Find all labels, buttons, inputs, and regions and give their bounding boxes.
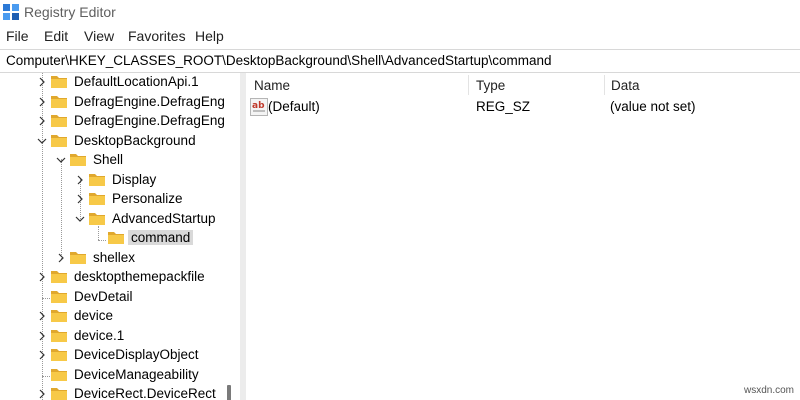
tree-item-label: shellex	[93, 249, 136, 265]
tree-item-label: Display	[112, 171, 157, 187]
value-data: (value not set)	[610, 99, 696, 114]
menu-edit[interactable]: Edit	[44, 28, 68, 44]
menu-bar: File Edit View Favorites Help	[0, 26, 800, 48]
tree-pane[interactable]: DefaultLocationApi.1 DefragEngine.DefragE…	[0, 73, 236, 400]
folder-icon	[89, 193, 105, 205]
tree-connector-line	[61, 159, 62, 259]
tree-item[interactable]: AdvancedStartup	[74, 210, 236, 229]
folder-icon	[51, 95, 67, 108]
tree-item[interactable]: shellex	[55, 249, 236, 268]
folder-icon	[51, 388, 67, 400]
tree-item[interactable]: device.1	[36, 327, 236, 346]
folder-icon	[51, 134, 67, 147]
tree-item[interactable]: DefragEngine.DefragEng	[36, 93, 236, 112]
title-bar: Registry Editor	[0, 0, 800, 26]
chevron-right-icon[interactable]	[74, 193, 86, 205]
folder-icon	[70, 154, 86, 166]
tree-item[interactable]: Personalize	[74, 190, 236, 209]
chevron-down-icon[interactable]	[36, 135, 48, 147]
chevron-right-icon[interactable]	[36, 330, 48, 342]
tree-scrollbar-thumb[interactable]	[227, 385, 231, 400]
window-title: Registry Editor	[24, 4, 116, 20]
tree-item[interactable]: Shell	[55, 151, 236, 170]
folder-icon	[51, 329, 67, 342]
chevron-down-icon[interactable]	[55, 154, 67, 166]
tree-item-label: device	[74, 308, 114, 323]
tree-item[interactable]: DevDetail	[36, 288, 236, 307]
menu-view[interactable]: View	[84, 28, 114, 44]
folder-icon	[51, 310, 67, 322]
tree-item-label: DevDetail	[74, 288, 133, 304]
tree-item-label: DesktopBackground	[74, 132, 196, 148]
folder-icon	[51, 271, 67, 283]
registry-editor-icon	[3, 4, 19, 20]
tree-item-label: Personalize	[112, 191, 183, 206]
tree-item-label: DeviceRect.DeviceRect	[74, 386, 216, 400]
column-separator[interactable]	[604, 75, 605, 95]
menu-help[interactable]: Help	[195, 28, 224, 44]
column-header-name[interactable]: Name	[254, 78, 290, 93]
folder-icon	[51, 76, 67, 88]
tree-item[interactable]: DefragEngine.DefragEng	[36, 112, 236, 131]
column-header-type[interactable]: Type	[476, 78, 505, 93]
tree-item-label: desktopthemepackfile	[74, 269, 205, 284]
chevron-right-icon[interactable]	[36, 388, 48, 400]
folder-icon	[51, 368, 67, 381]
address-path[interactable]: Computer\HKEY_CLASSES_ROOT\DesktopBackgr…	[6, 53, 552, 68]
tree-item[interactable]: command	[93, 229, 236, 248]
folder-icon	[89, 173, 105, 186]
tree-item-label: DefaultLocationApi.1	[74, 74, 199, 89]
column-header-data[interactable]: Data	[611, 78, 640, 93]
folder-icon	[51, 290, 67, 303]
tree-item[interactable]: DefaultLocationApi.1	[36, 73, 236, 92]
tree-item-label: Shell	[93, 152, 124, 167]
chevron-right-icon[interactable]	[36, 115, 48, 127]
menu-file[interactable]: File	[6, 28, 29, 44]
chevron-right-icon[interactable]	[74, 174, 86, 186]
watermark: wsxdn.com	[743, 385, 794, 396]
tree-item[interactable]: desktopthemepackfile	[36, 268, 236, 287]
menu-favorites[interactable]: Favorites	[128, 28, 186, 44]
folder-icon	[51, 349, 67, 361]
tree-item-label: device.1	[74, 327, 125, 343]
tree-item-label: DeviceManageability	[74, 366, 199, 382]
tree-item-label: command	[128, 230, 194, 245]
folder-icon	[89, 212, 105, 225]
tree-item[interactable]: DesktopBackground	[36, 132, 236, 151]
address-bar[interactable]: Computer\HKEY_CLASSES_ROOT\DesktopBackgr…	[0, 49, 800, 73]
chevron-right-icon[interactable]	[55, 252, 67, 264]
column-separator[interactable]	[468, 75, 469, 95]
value-type: REG_SZ	[476, 99, 531, 114]
tree-item[interactable]: DeviceDisplayObject	[36, 346, 236, 365]
chevron-right-icon[interactable]	[36, 349, 48, 361]
tree-item-label: DefragEngine.DefragEng	[74, 113, 225, 128]
tree-item[interactable]: DeviceManageability	[36, 366, 236, 385]
chevron-right-icon[interactable]	[36, 76, 48, 88]
tree-item[interactable]: Display	[74, 171, 236, 190]
string-value-icon: ab	[250, 98, 268, 116]
tree-item-label: DefragEngine.DefragEng	[74, 93, 225, 109]
values-pane[interactable]: Name Type Data ab (Default) REG_SZ (valu…	[246, 73, 800, 400]
chevron-right-icon[interactable]	[36, 310, 48, 322]
svg-text:ab: ab	[252, 101, 265, 111]
chevron-down-icon[interactable]	[74, 213, 86, 225]
chevron-right-icon[interactable]	[36, 271, 48, 283]
tree-item-label: DeviceDisplayObject	[74, 347, 199, 362]
value-name: (Default)	[268, 99, 320, 114]
tree-item-label: AdvancedStartup	[112, 210, 216, 226]
folder-icon	[108, 232, 124, 244]
chevron-right-icon[interactable]	[36, 96, 48, 108]
folder-icon	[51, 115, 67, 127]
tree-item[interactable]: device	[36, 307, 236, 326]
tree-item[interactable]: DeviceRect.DeviceRect	[36, 385, 236, 400]
folder-icon	[70, 251, 86, 264]
